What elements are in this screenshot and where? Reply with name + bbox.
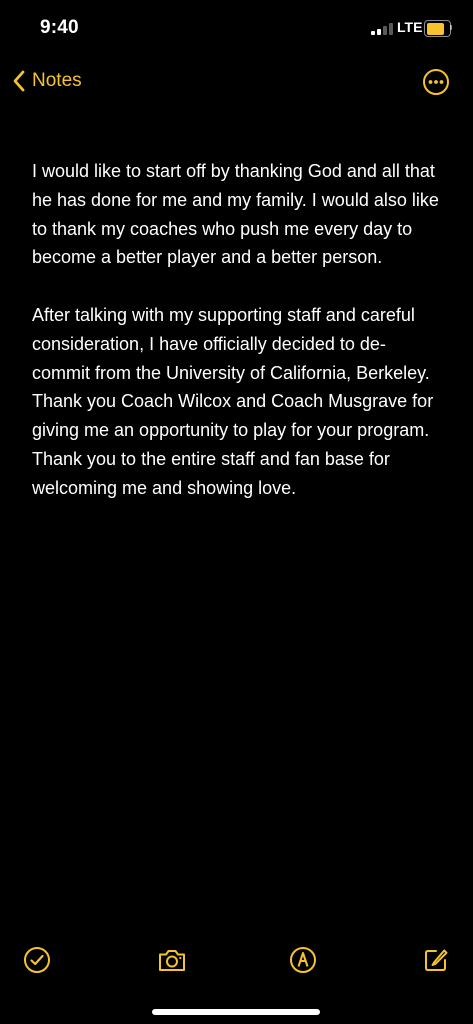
cellular-signal-icon xyxy=(371,23,393,35)
back-label: Notes xyxy=(32,70,82,91)
compose-icon xyxy=(425,949,448,971)
chevron-left-icon xyxy=(13,70,25,92)
signal-bar xyxy=(383,26,387,35)
signal-bar xyxy=(371,31,375,35)
checklist-icon xyxy=(24,947,50,973)
status-bar: 9:40 LTE xyxy=(0,0,473,56)
note-paragraph: I would like to start off by thanking Go… xyxy=(32,161,439,268)
status-time: 9:40 xyxy=(40,17,79,38)
signal-bar xyxy=(389,23,393,35)
compose-button[interactable] xyxy=(421,945,451,975)
home-indicator[interactable] xyxy=(152,1009,320,1015)
markup-button[interactable] xyxy=(288,945,318,975)
battery-level xyxy=(426,22,445,35)
battery-cap xyxy=(450,25,452,30)
note-body[interactable]: I would like to start off by thanking Go… xyxy=(32,157,442,531)
checklist-button[interactable] xyxy=(22,945,52,975)
note-paragraph: After talking with my supporting staff a… xyxy=(32,304,434,498)
network-type: LTE xyxy=(397,19,423,35)
ellipsis-circle-icon xyxy=(423,69,449,95)
markup-icon xyxy=(290,947,316,973)
signal-bar xyxy=(377,29,381,35)
back-button[interactable]: Notes xyxy=(12,66,82,96)
camera-icon xyxy=(159,950,185,971)
battery-icon xyxy=(424,20,451,37)
camera-button[interactable] xyxy=(156,945,188,975)
more-button[interactable] xyxy=(422,68,450,96)
